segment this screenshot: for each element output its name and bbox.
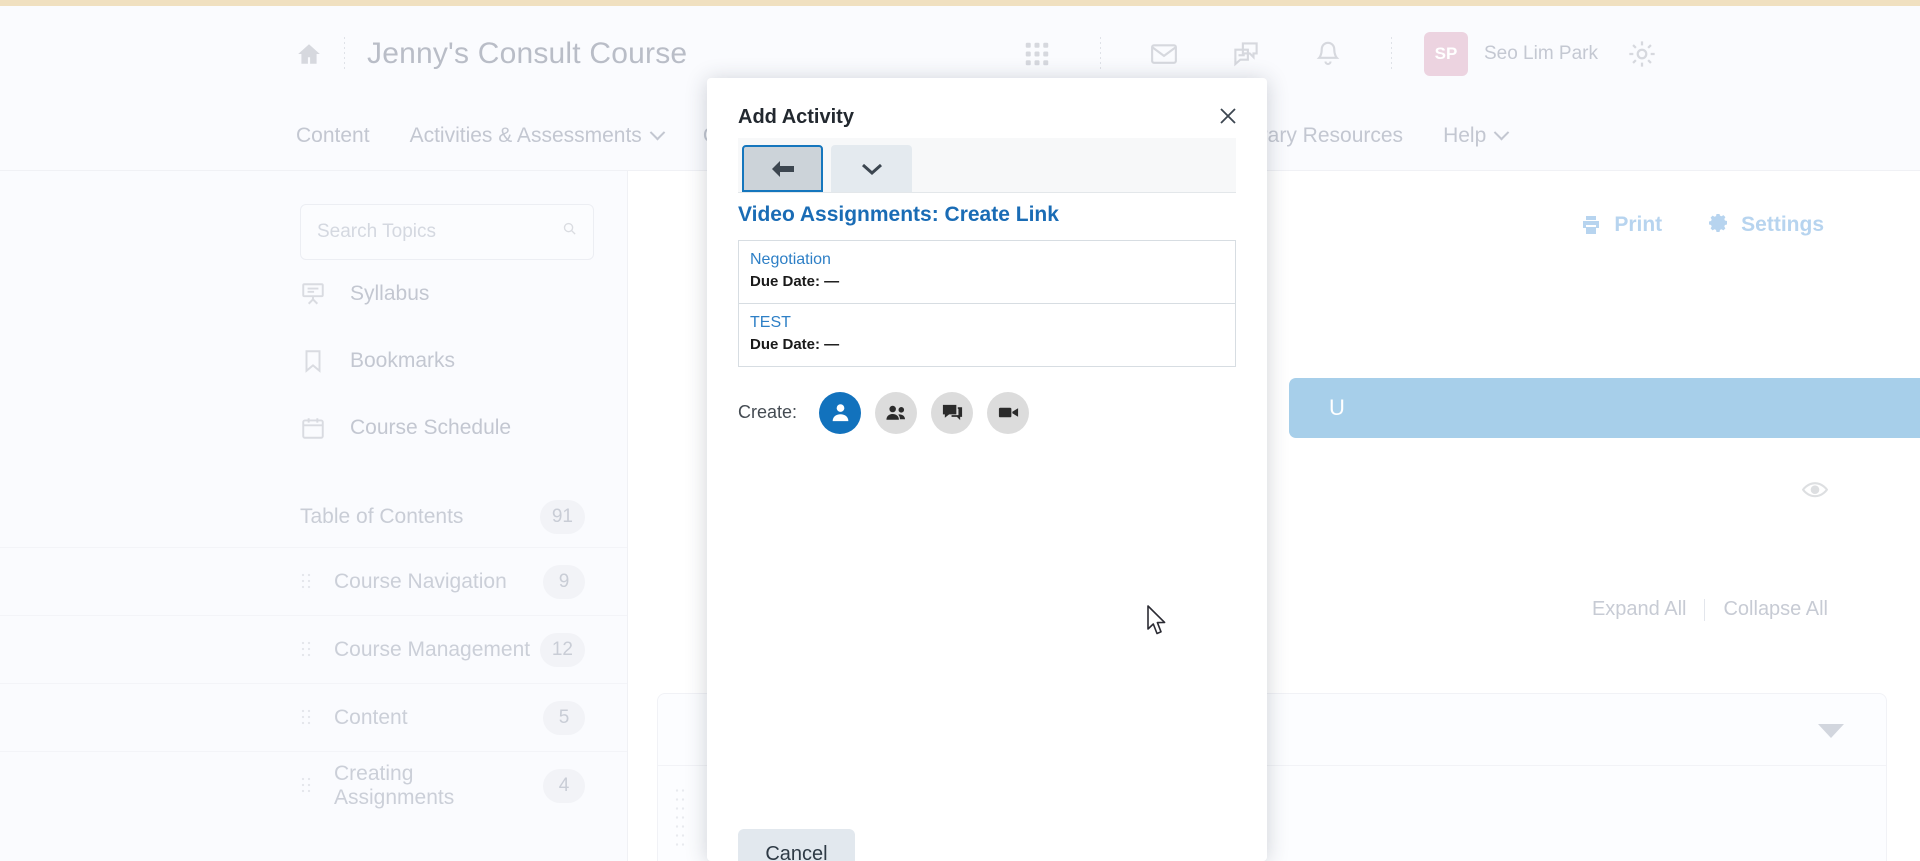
collapse-all-button[interactable]: Collapse All (1723, 598, 1828, 621)
sidebar: Syllabus Bookmarks Course Schedule Table… (0, 171, 628, 861)
cancel-button[interactable]: Cancel (738, 829, 855, 861)
content-toolbar: Print Settings (1579, 213, 1824, 237)
search-icon[interactable] (562, 221, 577, 243)
video-assignments-heading: Video Assignments: Create Link (738, 203, 1059, 226)
course-title: Jenny's Consult Course (367, 36, 688, 70)
nav-label: ibrary Resources (1244, 123, 1404, 147)
sidebar-item-syllabus[interactable]: Syllabus (0, 260, 627, 327)
header-divider-2 (1099, 36, 1101, 71)
print-button[interactable]: Print (1579, 213, 1662, 237)
nav-label: Help (1443, 123, 1487, 147)
header-divider-3 (1390, 36, 1392, 71)
activity-list: Negotiation Due Date: — TEST Due Date: — (738, 240, 1236, 367)
sidebar-topic-creating-assignments[interactable]: Creating Assignments 4 (0, 751, 627, 819)
syllabus-icon (300, 281, 326, 307)
topic-label: Content (334, 705, 408, 729)
chevron-down-icon[interactable] (1818, 724, 1844, 738)
individual-assignment-button[interactable] (819, 391, 862, 434)
dialog-title: Add Activity (738, 106, 854, 128)
toc-count: 91 (539, 500, 585, 534)
sidebar-topic-course-management[interactable]: Course Management 12 (0, 615, 627, 683)
header-divider (344, 36, 345, 71)
bookmark-icon (300, 348, 326, 374)
list-item[interactable]: Negotiation Due Date: — (739, 241, 1235, 303)
chevron-tab[interactable] (831, 145, 912, 192)
gear-icon (1706, 213, 1730, 237)
sidebar-item-label: Bookmarks (350, 348, 456, 372)
drag-handle-icon[interactable] (674, 786, 686, 848)
people-icon (885, 405, 905, 420)
list-item[interactable]: TEST Due Date: — (739, 302, 1235, 366)
chevron-down-icon (1493, 124, 1510, 141)
topic-label: Course Management (334, 637, 531, 661)
table-of-contents-header[interactable]: Table of Contents 91 (0, 487, 627, 547)
topic-count: 12 (539, 632, 585, 667)
drag-handle-icon[interactable] (300, 707, 312, 728)
discussion-assignment-button[interactable] (931, 391, 974, 434)
drag-handle-icon[interactable] (300, 571, 312, 592)
activity-due-date: Due Date: — (750, 272, 840, 290)
activity-name[interactable]: TEST (750, 313, 1224, 334)
user-name: Seo Lim Park (1483, 42, 1598, 64)
create-controls: Create: (738, 391, 1236, 434)
activity-name[interactable]: Negotiation (750, 250, 1224, 271)
mouse-cursor (1146, 605, 1168, 642)
close-icon[interactable] (1215, 103, 1241, 129)
sidebar-item-course-schedule[interactable]: Course Schedule (0, 394, 627, 461)
settings-label: Settings (1741, 213, 1824, 236)
sidebar-topic-course-navigation[interactable]: Course Navigation 9 (0, 547, 627, 615)
back-arrow-tab[interactable] (742, 145, 823, 192)
nav-item-content[interactable]: Content (296, 124, 370, 148)
bell-icon[interactable] (1313, 39, 1343, 69)
update-button[interactable]: U (1289, 378, 1920, 438)
chevron-down-icon (861, 163, 882, 175)
topic-label: Course Navigation (334, 569, 507, 593)
search-input[interactable] (317, 221, 562, 243)
sidebar-item-label: Syllabus (350, 281, 430, 305)
dialog-tabbar (738, 138, 1236, 193)
home-icon[interactable] (296, 41, 322, 67)
arrow-left-icon (771, 160, 794, 177)
expand-collapse-controls: Expand All Collapse All (1592, 598, 1828, 621)
mail-icon[interactable] (1149, 39, 1179, 69)
create-label: Create: (738, 402, 798, 423)
nav-label: Activities & Assessments (409, 123, 642, 147)
divider (1704, 598, 1706, 621)
sidebar-item-label: Course Schedule (350, 415, 512, 439)
activity-due-date: Due Date: — (750, 335, 840, 353)
topic-label: Creating Assignments (334, 761, 455, 809)
grid-icon[interactable] (1022, 39, 1052, 69)
chat-icon (942, 404, 962, 421)
printer-icon (1579, 213, 1603, 237)
video-assignment-button[interactable] (987, 391, 1030, 434)
nav-item-library-resources[interactable]: ibrary Resources (1244, 124, 1403, 148)
chat-icon[interactable] (1231, 39, 1261, 69)
dialog-body: Video Assignments: Create Link Negotiati… (738, 203, 1236, 861)
add-activity-dialog: Add Activity Video Assignments: Create L… (707, 78, 1267, 861)
search-topics-field[interactable] (300, 204, 594, 260)
gear-icon[interactable] (1626, 38, 1658, 70)
eye-icon[interactable] (1801, 481, 1829, 499)
drag-handle-icon[interactable] (300, 775, 312, 796)
nav-item-activities-assessments[interactable]: Activities & Assessments (409, 123, 666, 148)
topic-count: 5 (543, 700, 585, 735)
person-icon (832, 404, 848, 422)
avatar[interactable]: SP (1423, 31, 1468, 76)
print-label: Print (1614, 213, 1663, 236)
sidebar-item-bookmarks[interactable]: Bookmarks (0, 327, 627, 394)
nav-item-help[interactable]: Help (1443, 123, 1510, 148)
settings-button[interactable]: Settings (1706, 213, 1824, 237)
chevron-down-icon (649, 124, 666, 141)
topic-count: 4 (543, 768, 585, 803)
sidebar-topic-content[interactable]: Content 5 (0, 683, 627, 751)
nav-label: Content (296, 123, 370, 147)
group-assignment-button[interactable] (875, 391, 918, 434)
expand-all-button[interactable]: Expand All (1592, 598, 1687, 621)
toc-label: Table of Contents (300, 505, 464, 528)
video-camera-icon (998, 407, 1018, 418)
drag-handle-icon[interactable] (300, 639, 312, 660)
calendar-icon (300, 415, 326, 441)
topic-count: 9 (543, 564, 585, 599)
